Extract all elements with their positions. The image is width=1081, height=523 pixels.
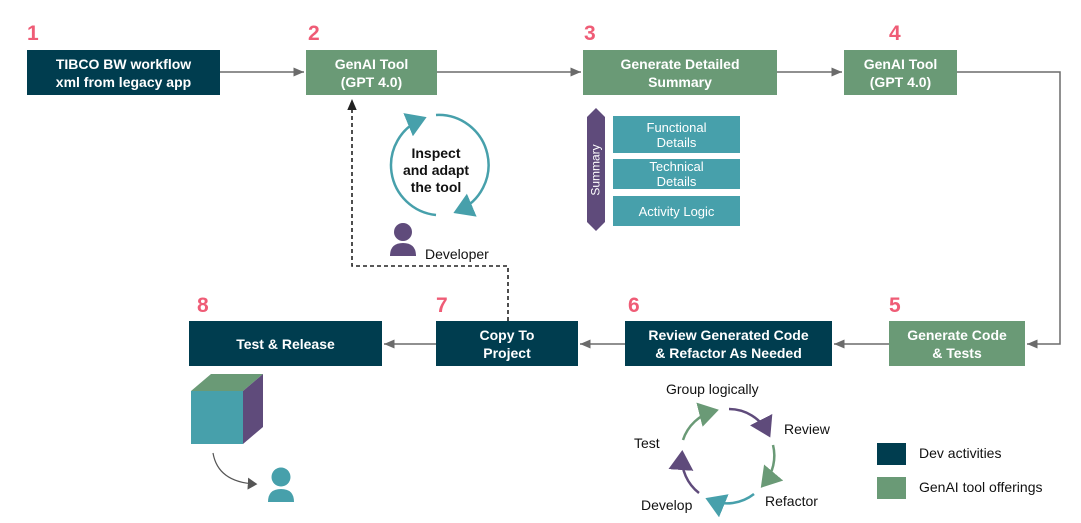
summary-side-label: Summary bbox=[589, 144, 603, 196]
developer-person-icon bbox=[390, 223, 416, 256]
step-number-4: 4 bbox=[889, 22, 901, 45]
inspect-line-1: Inspect bbox=[411, 145, 461, 161]
end-user-person-icon bbox=[268, 467, 294, 502]
feedback-dashed-arrow bbox=[347, 99, 509, 321]
cycle-arc-refactor bbox=[760, 444, 784, 488]
step-number-7: 7 bbox=[436, 294, 448, 317]
cycle-label-refactor: Refactor bbox=[765, 493, 818, 509]
package-cube-icon bbox=[191, 374, 263, 444]
step-number-5: 5 bbox=[889, 294, 901, 317]
cycle-arc-group bbox=[681, 402, 719, 441]
step-number-1: 1 bbox=[27, 22, 39, 45]
cycle-label-develop: Develop bbox=[641, 497, 693, 513]
legend-swatch-dev bbox=[877, 443, 906, 465]
legend-label-dev: Dev activities bbox=[919, 445, 1002, 461]
summary-item-technical: Technical Details bbox=[613, 159, 740, 189]
step-number-2: 2 bbox=[308, 22, 320, 45]
arrow-4-to-5 bbox=[957, 71, 1061, 349]
developer-label: Developer bbox=[425, 246, 489, 262]
summary-label-wrap: Summary bbox=[583, 120, 609, 220]
summary-item-activity-logic: Activity Logic bbox=[613, 196, 740, 226]
step-box-1-tibco-workflow[interactable]: TIBCO BW workflow xml from legacy app bbox=[27, 50, 220, 95]
legend-label-genai: GenAI tool offerings bbox=[919, 479, 1043, 495]
step-number-6: 6 bbox=[628, 294, 640, 317]
inspect-line-3: the tool bbox=[410, 179, 462, 195]
inspect-cycle-text: Inspect and adapt the tool bbox=[396, 145, 476, 196]
cycle-label-review: Review bbox=[784, 421, 830, 437]
cycle-arc-develop bbox=[705, 493, 755, 518]
legend-swatch-genai bbox=[877, 477, 906, 499]
cycle-arc-review bbox=[728, 407, 773, 438]
step-box-4-genai-tool[interactable]: GenAI Tool (GPT 4.0) bbox=[844, 50, 957, 95]
cycle-arc-test bbox=[668, 450, 700, 494]
step-number-8: 8 bbox=[197, 294, 209, 317]
step-box-3-generate-summary[interactable]: Generate Detailed Summary bbox=[583, 50, 777, 95]
step-box-5-generate-code[interactable]: Generate Code & Tests bbox=[889, 321, 1025, 366]
delivery-curve-arrow bbox=[212, 452, 258, 490]
inspect-line-2: and adapt bbox=[402, 162, 470, 178]
step-box-6-review-code[interactable]: Review Generated Code & Refactor As Need… bbox=[625, 321, 832, 366]
cycle-label-test: Test bbox=[634, 435, 660, 451]
step-number-3: 3 bbox=[584, 22, 596, 45]
summary-item-functional: Functional Details bbox=[613, 116, 740, 153]
cycle-label-group-logically: Group logically bbox=[666, 381, 759, 397]
step-box-8-test-release[interactable]: Test & Release bbox=[189, 321, 382, 366]
step-box-2-genai-tool[interactable]: GenAI Tool (GPT 4.0) bbox=[306, 50, 437, 95]
step-box-7-copy-to-project[interactable]: Copy To Project bbox=[436, 321, 578, 366]
